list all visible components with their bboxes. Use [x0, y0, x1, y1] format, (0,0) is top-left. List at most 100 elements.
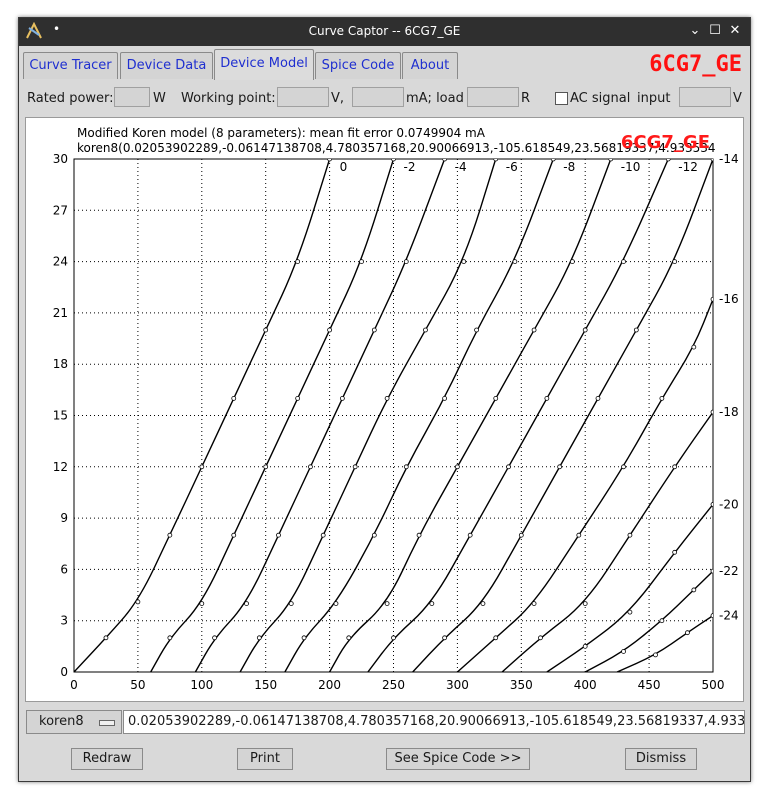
- data-point: [346, 635, 352, 641]
- x-tick-label: 400: [574, 678, 597, 692]
- data-point: [512, 259, 518, 265]
- y-tick-label: 3: [60, 614, 68, 628]
- x-tick-label: 350: [510, 678, 533, 692]
- data-point: [493, 635, 499, 641]
- print-button[interactable]: Print: [237, 748, 293, 770]
- data-point: [550, 159, 556, 162]
- data-point: [608, 159, 614, 162]
- title-bar[interactable]: • Curve Captor -- 6CG7_GE ⌄ ☐ ✕: [19, 18, 750, 46]
- data-point: [531, 327, 537, 333]
- rated-power-unit: W: [153, 91, 166, 106]
- x-tick-label: 0: [70, 678, 78, 692]
- model-dropdown[interactable]: koren8: [26, 710, 122, 734]
- data-point: [582, 601, 588, 607]
- series-label: -10: [621, 160, 641, 174]
- ac-signal-checkbox[interactable]: [555, 92, 568, 105]
- data-point: [391, 635, 396, 641]
- data-point: [371, 327, 377, 333]
- tab-about[interactable]: About: [402, 52, 458, 79]
- tube-brand-label: 6CG7_GE: [649, 52, 742, 77]
- plot-panel: 0 50 100 150 200 250 300 350 400 450 500 0 3 6 9 12 15 18…: [25, 117, 744, 702]
- load-field[interactable]: [467, 87, 519, 107]
- model-params-field[interactable]: 0.02053902289,-0.06147138708,4.780357168…: [123, 710, 745, 734]
- minimize-icon[interactable]: ⌄: [685, 21, 705, 41]
- data-point: [199, 464, 205, 470]
- data-point: [212, 635, 217, 641]
- data-point: [403, 464, 409, 470]
- working-point-voltage-field[interactable]: [277, 87, 329, 107]
- model-row: koren8 0.02053902289,-0.06147138708,4.78…: [19, 710, 750, 734]
- data-point: [570, 259, 575, 265]
- data-point: [263, 464, 269, 470]
- x-tick-label: 50: [130, 678, 145, 692]
- series-label: -24: [719, 609, 739, 623]
- tab-device-data[interactable]: Device Data: [120, 52, 213, 79]
- app-window: • Curve Captor -- 6CG7_GE ⌄ ☐ ✕ Curve Tr…: [18, 17, 751, 782]
- data-point: [244, 601, 249, 607]
- data-point: [423, 327, 428, 333]
- voltage-unit: V,: [331, 91, 345, 106]
- data-point: [691, 587, 697, 593]
- data-point: [621, 464, 626, 470]
- data-point: [506, 464, 511, 470]
- x-tick-label: 500: [702, 678, 725, 692]
- model-params-text: 0.02053902289,-0.06147138708,4.780357168…: [128, 714, 745, 729]
- data-point: [301, 635, 307, 641]
- data-point: [582, 643, 588, 649]
- data-point: [710, 409, 713, 415]
- toolbar: Rated power: W Working point: V, mA; loa…: [19, 83, 750, 113]
- x-tick-label: 100: [190, 678, 213, 692]
- data-point: [352, 464, 358, 470]
- ac-signal-label: AC signal: [570, 91, 631, 106]
- series-label: -6: [506, 160, 518, 174]
- data-point: [544, 395, 550, 401]
- series-line--18: [501, 411, 713, 672]
- data-point: [493, 159, 499, 162]
- tab-curve-tracer[interactable]: Curve Tracer: [23, 52, 118, 79]
- tab-spice-code[interactable]: Spice Code: [315, 52, 401, 79]
- series-label: -20: [719, 497, 739, 511]
- data-point: [480, 601, 486, 607]
- y-tick-label: 0: [60, 665, 68, 679]
- dismiss-button[interactable]: Dismiss: [625, 748, 697, 770]
- data-point: [659, 395, 665, 401]
- data-point: [595, 395, 601, 401]
- data-point: [665, 159, 671, 162]
- data-point: [429, 601, 435, 607]
- data-point: [653, 652, 658, 658]
- data-point: [359, 259, 364, 265]
- input-field[interactable]: [679, 87, 731, 107]
- rated-power-label: Rated power:: [27, 91, 114, 106]
- x-tick-label: 300: [446, 678, 469, 692]
- plate-curves-chart: 0 50 100 150 200 250 300 350 400 450 5000369121518…: [53, 126, 739, 692]
- series-line--20: [546, 503, 713, 672]
- y-tick-label: 21: [53, 306, 68, 320]
- data-point: [384, 395, 390, 401]
- data-point: [672, 259, 678, 265]
- data-point: [295, 259, 301, 265]
- maximize-icon[interactable]: ☐: [705, 21, 725, 41]
- data-point: [672, 549, 678, 555]
- data-point: [621, 259, 626, 265]
- data-point: [518, 532, 524, 538]
- y-tick-label: 15: [53, 409, 68, 423]
- data-point: [467, 532, 473, 538]
- window-title: Curve Captor -- 6CG7_GE: [308, 24, 461, 38]
- rated-power-field[interactable]: [114, 87, 150, 107]
- x-tick-label: 250: [382, 678, 405, 692]
- data-point: [691, 344, 697, 350]
- see-spice-code-button[interactable]: See Spice Code >>: [386, 748, 530, 770]
- series-label: -12: [678, 160, 698, 174]
- data-point: [416, 532, 422, 538]
- data-point: [371, 532, 377, 538]
- data-point: [320, 532, 326, 538]
- series-label: -16: [719, 292, 739, 306]
- input-label: input: [637, 91, 671, 106]
- series-line--2: [150, 159, 395, 672]
- series-label: -2: [404, 160, 416, 174]
- working-point-current-field[interactable]: [352, 87, 404, 107]
- redraw-button[interactable]: Redraw: [71, 748, 143, 770]
- close-icon[interactable]: ✕: [725, 21, 745, 41]
- tab-device-model[interactable]: Device Model: [214, 49, 314, 80]
- x-tick-label: 450: [638, 678, 661, 692]
